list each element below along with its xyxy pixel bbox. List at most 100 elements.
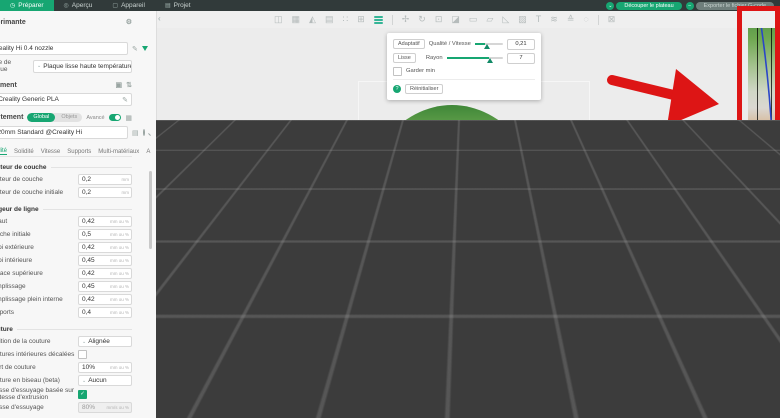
smoothing-icon[interactable]: ≙ [567,15,575,24]
setting-checkbox[interactable]: ✓ [78,390,87,399]
setting-value: 0,45 [82,257,95,264]
edit-printer-icon[interactable]: ✎ [132,45,138,53]
setting-label: Vitesse d'essuyage [0,404,78,411]
viewport-3d[interactable]: Avant X × Nom de l'objet : sphere_r-24mm… [156,28,780,418]
close-icon[interactable]: × [731,378,735,385]
view-cube-front[interactable]: Avant [176,373,210,406]
reset-button[interactable]: Réinitialiser [405,84,443,94]
device-icon: ▢ [112,2,118,9]
plate-type-select[interactable]: ⌄ Plaque lisse haute température [33,60,132,73]
view-cube[interactable]: Avant X [174,366,212,410]
sync-filament-icon[interactable]: ⇅ [126,81,132,89]
process-tab-multi-mat-riaux[interactable]: Multi-matériaux [98,149,139,155]
plugin-icon[interactable]: ⊠ [608,15,616,24]
setting-input[interactable]: 0,42mm ou % [78,216,132,227]
setting-input[interactable]: 10%mm ou % [78,362,132,373]
rotate-icon[interactable]: ↻ [418,15,426,24]
mirror-icon[interactable]: ▭ [469,15,478,24]
radius-slider[interactable] [447,57,503,59]
setting-label: Supports [0,309,78,316]
setting-input[interactable]: 0,45mm ou % [78,281,132,292]
setting-label: Paroi extérieure [0,244,78,251]
setting-input[interactable]: 0,2mm [78,174,132,185]
add-filament-icon[interactable]: ▣ [116,81,123,89]
tab-aperçu[interactable]: ◎Aperçu [54,0,103,11]
keep-min-checkbox[interactable] [393,67,402,76]
clone-squares-icon[interactable]: ⊞ [357,15,365,24]
process-tab-solidit-[interactable]: Solidité [14,149,34,155]
help-icon[interactable]: ? [393,85,401,93]
setting-input[interactable]: 80%mm/s ou % [78,402,132,413]
advanced-toggle[interactable] [109,114,122,121]
lasso-icon[interactable]: ◌ [583,15,588,24]
printer-name-input[interactable]: Creality Hi 0.4 nozzle [0,42,128,55]
setting-value: 0,5 [82,231,91,238]
setting-select[interactable]: ⌄Alignée [78,336,132,347]
process-tab-a[interactable]: A [146,149,150,155]
arrange-icon[interactable]: ◭ [309,15,316,24]
setting-select[interactable]: ⌄Aucun [78,375,132,386]
cut-icon[interactable]: ◪ [451,15,460,24]
quality-slider[interactable] [475,43,503,45]
setting-input[interactable]: 0,2mm [78,187,132,198]
settings-panel: Imprimante ⚙ Creality Hi 0.4 nozzle ✎ Ty… [0,11,157,418]
layers-icon[interactable] [374,16,383,24]
model-sphere[interactable] [356,105,548,347]
setting-unit: mm ou % [110,232,129,237]
cube-icon[interactable]: ◫ [274,15,283,24]
image-icon[interactable]: ▤ [325,15,334,24]
filament-select[interactable]: ⌄ Creality Generic PLA ✎ [0,93,132,106]
scope-objects[interactable]: Objets [55,113,82,122]
radius-label: Rayon [426,55,443,61]
scope-global[interactable]: Global [27,113,55,122]
section-header: Hauteur de couche [0,162,132,173]
radius-value-input[interactable]: 7 [507,53,535,64]
setting-input[interactable]: 0,45mm ou % [78,255,132,266]
printer-section-header: Imprimante ⚙ [0,16,132,28]
scope-segment[interactable]: Global Objets [27,113,82,122]
nozzle-icon[interactable] [142,46,148,51]
tab-appareil[interactable]: ▢Appareil [102,0,155,11]
grid-icon[interactable]: ▦ [125,114,132,122]
view-cube-top[interactable] [176,366,210,373]
process-tab-supports[interactable]: Supports [67,149,91,155]
tab-label: Projet [174,2,191,9]
search-preset-icon[interactable] [143,129,145,136]
collapse-panel-icon[interactable]: ‹ [158,14,161,23]
adaptive-button[interactable]: Adaptatif [393,39,425,49]
duplicate-icon[interactable]: ▱ [486,15,493,24]
setting-row: Vitesse d'essuyage basée sur la vitesse … [0,387,132,401]
process-tab-qualit-[interactable]: Qualité [0,148,7,155]
seam-icon[interactable]: ≋ [550,15,558,24]
clone-circles-icon[interactable]: ∷ [342,15,348,24]
setting-input[interactable]: 0,42mm ou % [78,242,132,253]
tab-préparer[interactable]: ◷Préparer [0,0,54,11]
setting-input[interactable]: 0,42mm ou % [78,294,132,305]
setting-unit: mm/s ou % [106,405,129,410]
export-dropdown-icon[interactable]: – [686,2,694,10]
move-icon[interactable]: ✢ [402,15,410,24]
smooth-button[interactable]: Lisse [393,53,416,63]
object-size: Taille : 47.9611 x 48 x 47.9511 mm [592,387,733,394]
setting-input[interactable]: 0,42mm ou % [78,268,132,279]
text-icon[interactable]: T [536,15,542,24]
setting-input[interactable]: 0,4mm ou % [78,307,132,318]
panel-scrollbar[interactable] [149,171,152,249]
tab-label: Appareil [121,2,145,9]
paint-support-icon[interactable]: ▨ [518,15,527,24]
setting-checkbox[interactable] [78,350,87,359]
lay-flat-icon[interactable]: ◺ [502,15,509,24]
slice-dropdown-icon[interactable]: ⌄ [606,2,614,10]
scale-icon[interactable]: ⊡ [435,15,443,24]
printer-settings-icon[interactable]: ⚙ [126,18,132,26]
process-tab-vitesse[interactable]: Vitesse [41,149,61,155]
filament-value: Creality Generic PLA [0,96,59,103]
process-preset-select[interactable]: 0.20mm Standard @Creality Hi [0,126,128,139]
plate-icon[interactable]: ▦ [292,15,301,24]
slice-plate-button[interactable]: Découper le plateau [616,2,681,10]
edit-filament-icon[interactable]: ✎ [122,96,128,104]
tab-projet[interactable]: ▤Projet [155,0,201,11]
save-preset-icon[interactable]: ▤ [132,129,139,137]
setting-input[interactable]: 0,5 mm ou % [78,229,132,240]
quality-value-input[interactable]: 0,21 [507,39,535,50]
